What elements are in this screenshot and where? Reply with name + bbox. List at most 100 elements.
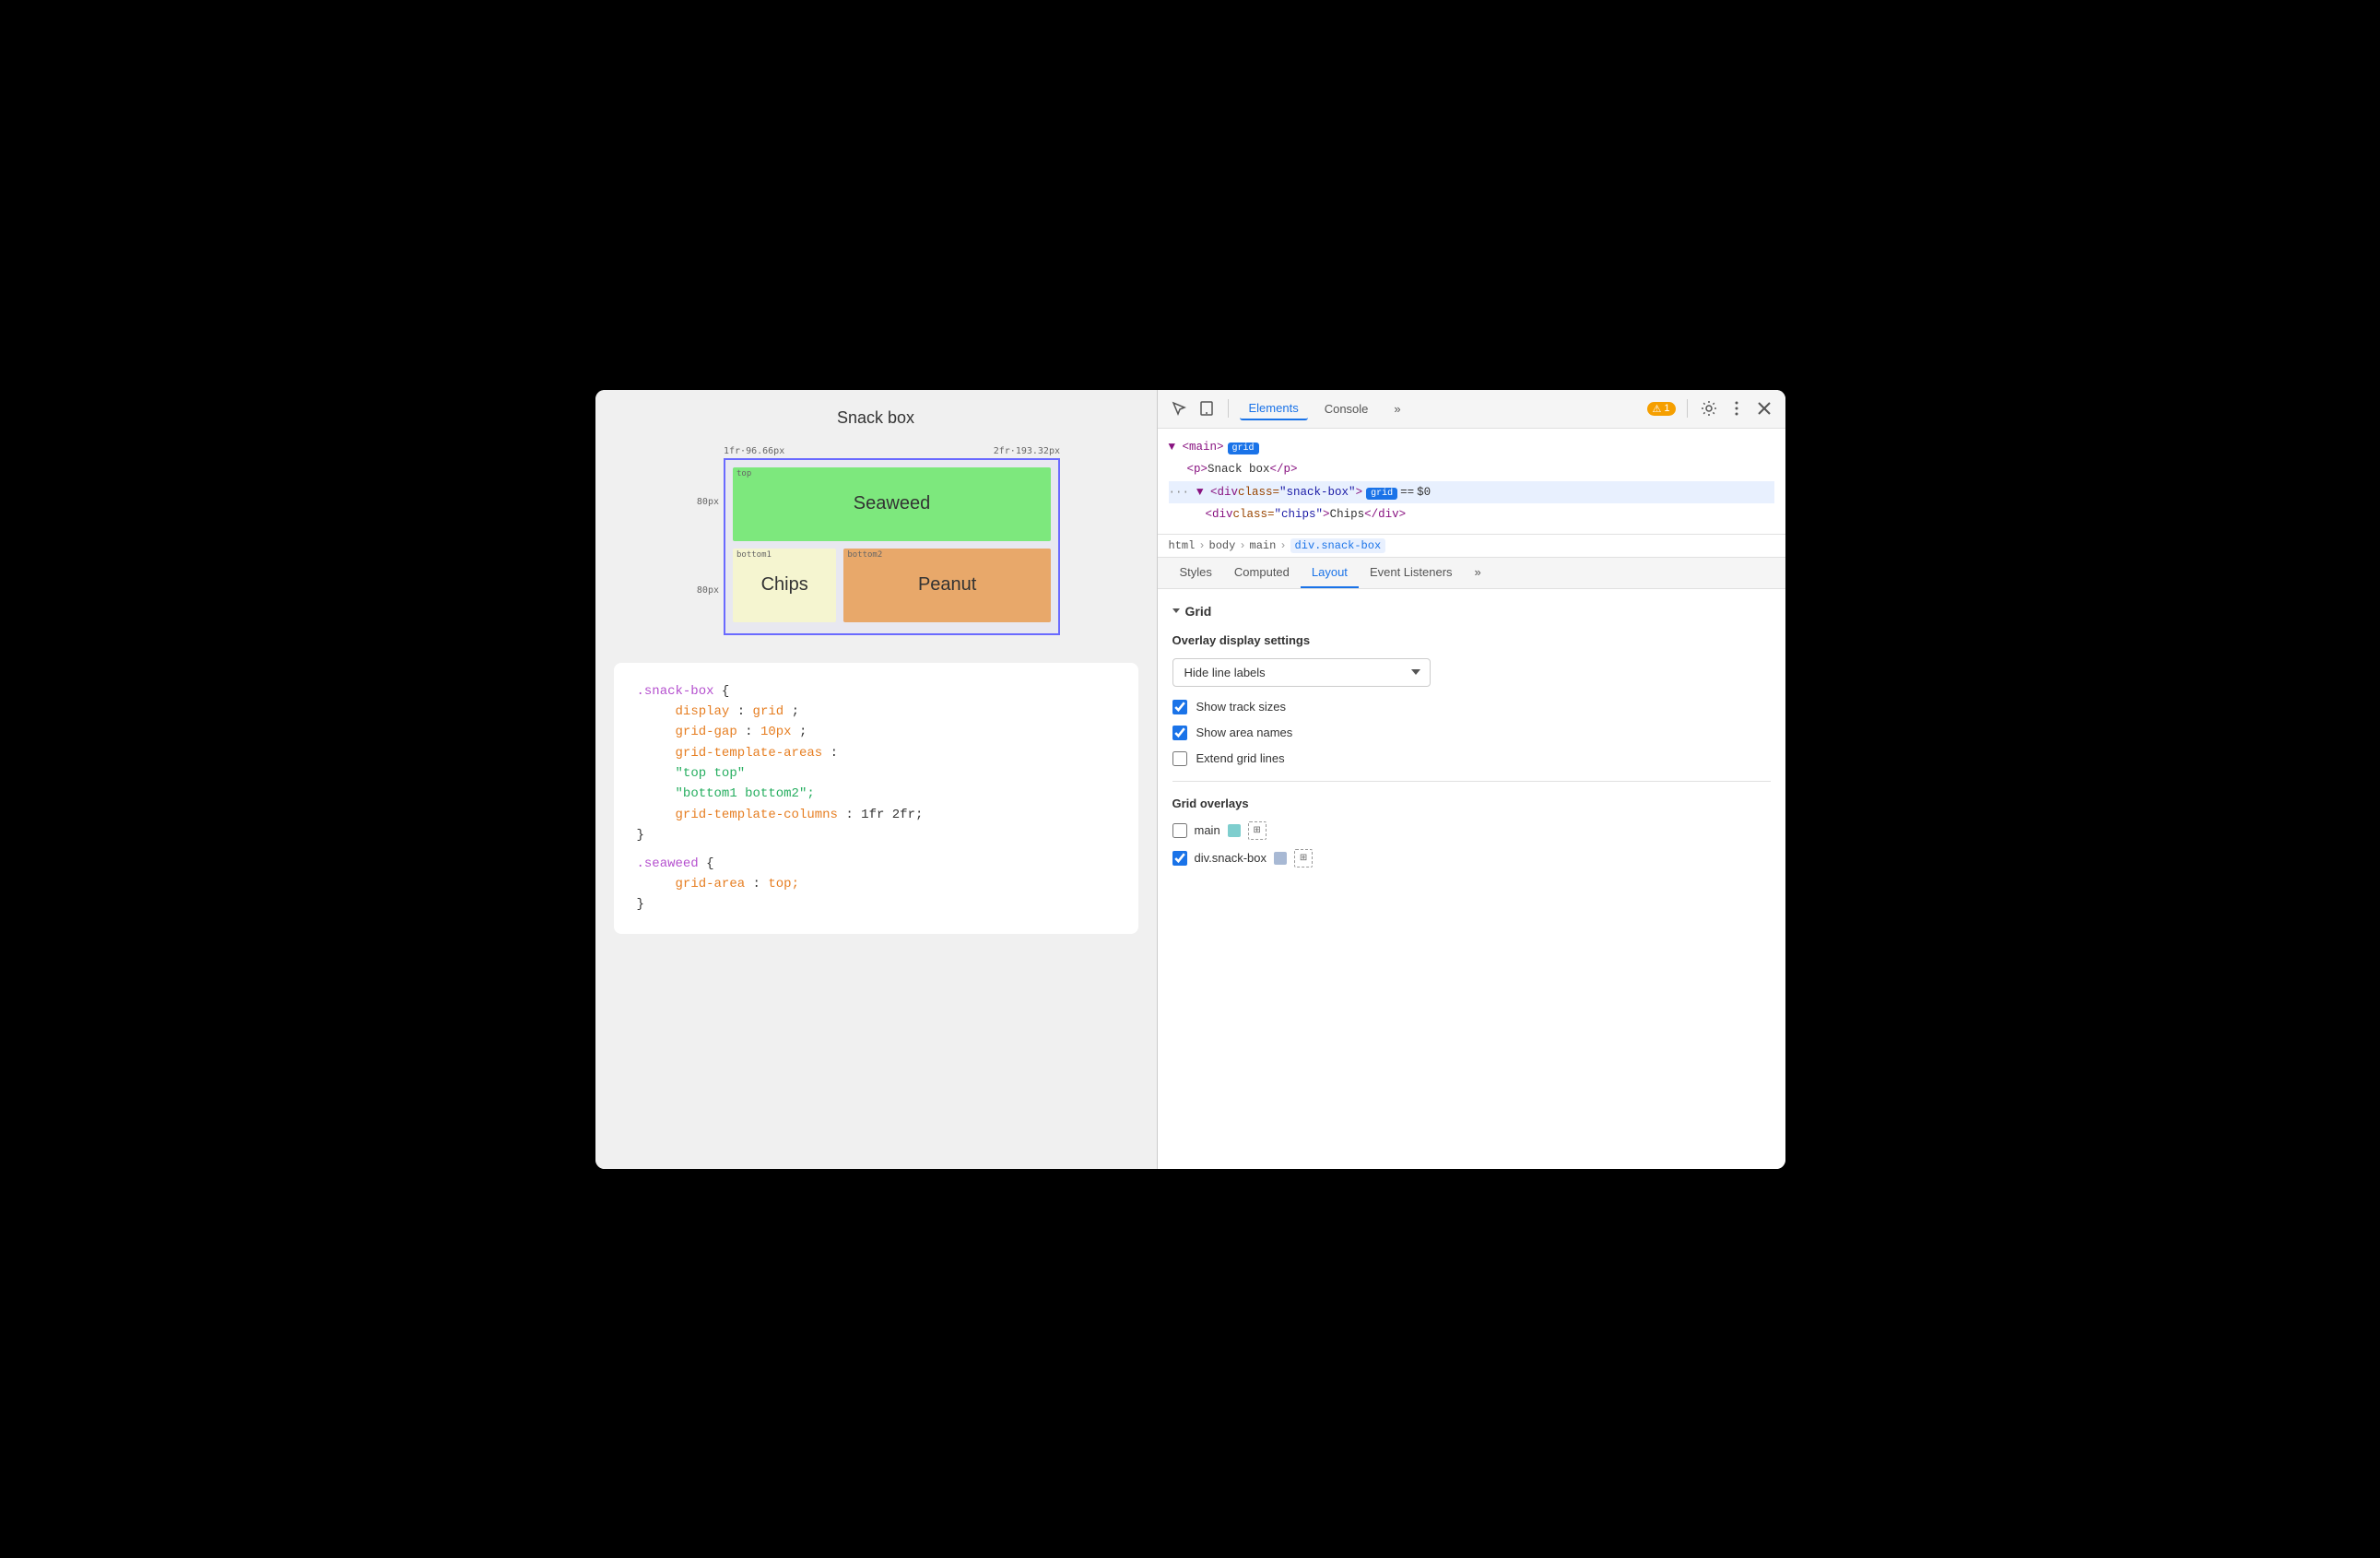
grid-collapse-icon — [1172, 608, 1180, 613]
toolbar-separator-1 — [1228, 399, 1229, 418]
code-line-3: grid-gap : 10px ; — [637, 722, 1115, 742]
cell-bottom2-text: Peanut — [918, 574, 976, 596]
main-grid-badge: grid — [1228, 443, 1259, 454]
grid-cell-bottom1: bottom1 Chips — [733, 549, 836, 622]
snackbox-grid-badge: grid — [1366, 488, 1397, 500]
code-line-5: "top top" — [637, 763, 1115, 784]
show-track-sizes-row: Show track sizes — [1172, 700, 1771, 714]
close-icon[interactable] — [1754, 398, 1774, 419]
extend-grid-lines-label: Extend grid lines — [1196, 751, 1285, 765]
code-val4: 1fr 2fr; — [861, 808, 923, 822]
breadcrumb-body[interactable]: body — [1209, 539, 1236, 552]
devtools-panel: Elements Console » ⚠ 1 — [1158, 390, 1785, 1169]
code-line-6: "bottom1 bottom2"; — [637, 784, 1115, 804]
measurements-top: 1fr·96.66px 2fr·193.32px — [724, 446, 1060, 456]
tab-console[interactable]: Console — [1315, 398, 1378, 419]
overlay-snackbox-grid-icon[interactable]: ⊞ — [1294, 849, 1313, 868]
settings-icon[interactable] — [1699, 398, 1719, 419]
overlay-main-checkbox[interactable] — [1172, 823, 1187, 838]
code-class2: .seaweed — [637, 856, 699, 871]
grid-visualization: 1fr·96.66px 2fr·193.32px 80px 80px top S… — [691, 446, 1060, 635]
dom-line-p: <p> Snack box </p> — [1169, 458, 1774, 481]
overlay-main-color-swatch — [1228, 824, 1241, 837]
show-area-names-row: Show area names — [1172, 726, 1771, 740]
warning-icon: ⚠ — [1653, 403, 1662, 415]
tab-styles[interactable]: Styles — [1169, 558, 1223, 588]
code-class1: .snack-box — [637, 684, 714, 699]
left-panel: Snack box 1fr·96.66px 2fr·193.32px 80px … — [595, 390, 1158, 1169]
code-line-10: grid-area : top; — [637, 874, 1115, 894]
grid-inner: top Seaweed bottom1 Chips bottom2 Peanut — [733, 467, 1051, 622]
tab-more[interactable]: » — [1384, 398, 1409, 419]
code-line-1: .snack-box { — [637, 681, 1115, 702]
show-track-sizes-checkbox[interactable] — [1172, 700, 1187, 714]
overlay-main-label: main — [1195, 823, 1220, 837]
grid-section-header[interactable]: Grid — [1172, 604, 1771, 619]
device-icon[interactable] — [1196, 398, 1217, 419]
tab-elements[interactable]: Elements — [1240, 397, 1308, 420]
code-line-11: } — [637, 894, 1115, 915]
code-prop2: grid-gap — [676, 725, 737, 739]
overlay-snackbox-row: div.snack-box ⊞ — [1172, 849, 1771, 868]
overlay-main-row: main ⊞ — [1172, 821, 1771, 840]
warning-count: 1 — [1664, 403, 1669, 414]
dom-tree: ▼ <main> grid <p> Snack box </p> ··· ▼ <… — [1158, 429, 1785, 535]
grid-cell-top: top Seaweed — [733, 467, 1051, 541]
area-label-bottom1: bottom1 — [736, 550, 772, 560]
code-prop4: grid-template-columns — [676, 808, 838, 822]
line-labels-dropdown[interactable]: Hide line labels Show line numbers Show … — [1172, 658, 1431, 687]
code-str2: "bottom1 bottom2"; — [676, 786, 815, 801]
code-line-7: grid-template-columns : 1fr 2fr; — [637, 805, 1115, 825]
tab-layout[interactable]: Layout — [1301, 558, 1359, 588]
panel-title: Snack box — [614, 408, 1138, 428]
overlay-snackbox-checkbox[interactable] — [1172, 851, 1187, 866]
breadcrumb-snackbox[interactable]: div.snack-box — [1290, 538, 1386, 553]
section-divider — [1172, 781, 1771, 782]
browser-window: Snack box 1fr·96.66px 2fr·193.32px 80px … — [595, 390, 1785, 1169]
panel-tabs: Styles Computed Layout Event Listeners » — [1158, 558, 1785, 589]
code-str1: "top top" — [676, 766, 746, 781]
warning-badge: ⚠ 1 — [1647, 402, 1676, 416]
tab-event-listeners[interactable]: Event Listeners — [1359, 558, 1464, 588]
tab-computed[interactable]: Computed — [1223, 558, 1301, 588]
grid-cell-bottom2: bottom2 Peanut — [843, 549, 1051, 622]
dom-line-snackbox[interactable]: ··· ▼ <div class= "snack-box" > grid == … — [1169, 481, 1774, 504]
show-track-sizes-label: Show track sizes — [1196, 700, 1287, 714]
code-prop1: display — [676, 704, 730, 719]
code-val2: 10px — [760, 725, 792, 739]
extend-grid-lines-checkbox[interactable] — [1172, 751, 1187, 766]
overlay-main-grid-icon[interactable]: ⊞ — [1248, 821, 1267, 840]
area-label-top: top — [736, 469, 751, 478]
measurement-col2: 2fr·193.32px — [994, 446, 1060, 456]
grid-outer-border: top Seaweed bottom1 Chips bottom2 Peanut — [724, 458, 1060, 635]
grid-overlays-title: Grid overlays — [1172, 797, 1771, 810]
code-val5: top; — [768, 877, 799, 891]
code-block: .snack-box { display : grid ; grid-gap :… — [614, 663, 1138, 934]
overlay-settings-title: Overlay display settings — [1172, 633, 1771, 647]
code-line-4: grid-template-areas : — [637, 743, 1115, 763]
dom-line-main: ▼ <main> grid — [1169, 436, 1774, 459]
grid-section-label: Grid — [1185, 604, 1212, 619]
layout-content: Grid Overlay display settings Hide line … — [1158, 589, 1785, 1169]
code-line-9: .seaweed { — [637, 854, 1115, 874]
area-label-bottom2: bottom2 — [847, 550, 882, 560]
measurement-col1: 1fr·96.66px — [724, 446, 784, 456]
code-line-8: } — [637, 825, 1115, 845]
main-content: Snack box 1fr·96.66px 2fr·193.32px 80px … — [595, 390, 1785, 1169]
cell-bottom1-text: Chips — [761, 574, 808, 596]
row-labels: 80px 80px — [691, 458, 724, 635]
toolbar-separator-2 — [1687, 399, 1688, 418]
overlay-snackbox-label: div.snack-box — [1195, 851, 1267, 865]
dom-line-chips: <div class= "chips" > Chips </div> — [1169, 503, 1774, 526]
more-options-icon[interactable] — [1726, 398, 1747, 419]
code-prop5: grid-area — [676, 877, 746, 891]
row2-label: 80px — [691, 547, 724, 635]
row1-label: 80px — [691, 458, 724, 547]
breadcrumb-html[interactable]: html — [1169, 539, 1196, 552]
inspect-icon[interactable] — [1169, 398, 1189, 419]
breadcrumb-main[interactable]: main — [1250, 539, 1277, 552]
tab-more-panels[interactable]: » — [1464, 558, 1492, 588]
breadcrumb: html › body › main › div.snack-box — [1158, 535, 1785, 558]
show-area-names-checkbox[interactable] — [1172, 726, 1187, 740]
code-line-2: display : grid ; — [637, 702, 1115, 722]
